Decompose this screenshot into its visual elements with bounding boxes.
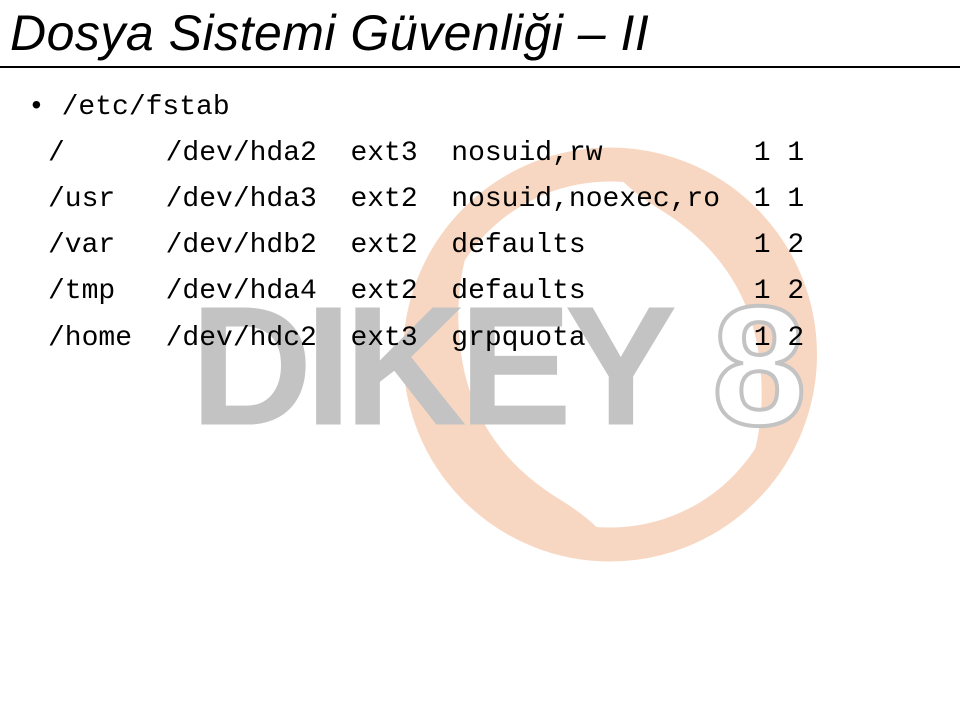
bullet-label: /etc/fstab bbox=[62, 92, 230, 123]
fstab-table: / /dev/hda2 ext3 nosuid,rw 1 1 /usr /dev… bbox=[0, 131, 960, 362]
page-title: Dosya Sistemi Güvenliği – II bbox=[0, 0, 960, 68]
slide-content: Dosya Sistemi Güvenliği – II /etc/fstab … bbox=[0, 0, 960, 362]
bullet-etc-fstab: /etc/fstab bbox=[0, 86, 960, 131]
